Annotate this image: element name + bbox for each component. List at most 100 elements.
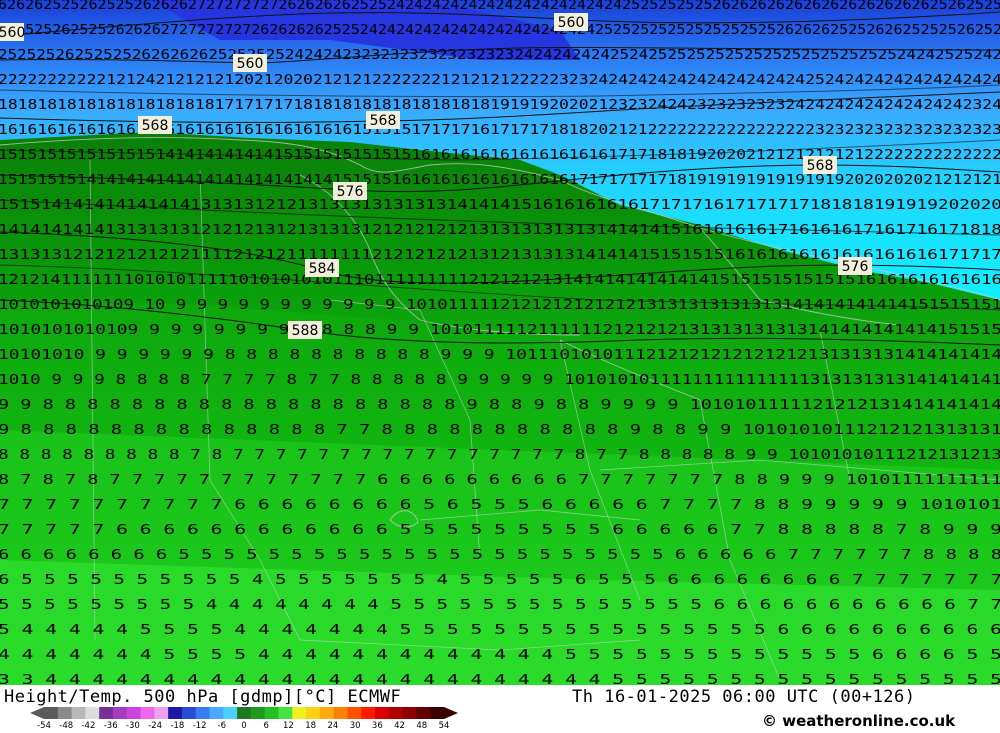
colorbar-swatch — [333, 707, 348, 719]
colorbar-tick: -6 — [218, 721, 226, 729]
colorbar-swatch — [99, 707, 114, 719]
contour-label: 568 — [366, 111, 400, 129]
temp-row: 10101010 9 9 9 9 9 9 8 8 8 8 8 8 8 8 8 8… — [0, 348, 1000, 363]
contour-label: 560 — [554, 13, 588, 31]
colorbar-tick: 36 — [372, 721, 383, 729]
colorbar-swatch — [209, 707, 224, 719]
chart-title: Height/Temp. 500 hPa [gdmp][°C] ECMWF — [4, 687, 402, 707]
colorbar-swatch — [402, 707, 417, 719]
temp-row: 5 4 4 4 4 4 5 5 5 5 4 4 4 4 4 4 4 5 5 5 … — [0, 623, 1000, 638]
colorbar-tick: 42 — [394, 721, 405, 729]
svg-text:560: 560 — [237, 56, 264, 72]
colorbar-swatch — [112, 707, 128, 719]
temp-row: 3 3 4 4 4 4 4 4 4 4 4 4 4 4 4 4 4 4 4 4 … — [0, 673, 1000, 685]
colorbar-swatch — [250, 707, 266, 719]
colorbar-tick: -54 — [37, 721, 51, 729]
temp-row: 5 5 5 5 5 5 5 5 5 4 4 4 4 4 4 4 4 5 5 5 … — [0, 598, 1000, 613]
map-footer: Height/Temp. 500 hPa [gdmp][°C] ECMWF Th… — [0, 685, 1000, 733]
temp-row: 9 8 8 8 8 8 8 8 8 8 8 8 8 8 8 7 7 8 8 8 … — [0, 423, 1000, 438]
colorbar-arrow-right — [444, 707, 458, 719]
temp-row: 1515151515151515141414141414151515151515… — [0, 148, 1000, 163]
colorbar-tick: -12 — [193, 721, 207, 729]
colorbar-tick: 12 — [283, 721, 294, 729]
svg-text:576: 576 — [842, 259, 869, 275]
colorbar-swatch — [195, 707, 211, 719]
temp-row: 2222222222212124212121212021202021212122… — [0, 73, 1000, 88]
colorbar-swatch — [168, 707, 183, 719]
colorbar-tick: 18 — [305, 721, 316, 729]
forecast-map: 6262625252625252626262727272727262626262… — [0, 0, 1000, 685]
colorbar-swatch — [237, 707, 252, 719]
colorbar-tick: 48 — [416, 721, 427, 729]
colorbar-swatch — [181, 707, 197, 719]
colorbar-swatch — [44, 707, 59, 719]
temp-row: 8 8 8 8 8 8 8 8 8 7 8 7 7 7 7 7 7 7 7 7 … — [0, 448, 1000, 463]
contour-label: 568 — [803, 156, 837, 174]
colorbar-swatch — [154, 707, 169, 719]
temp-row: 8 7 8 7 8 7 7 7 7 7 7 7 7 7 7 7 7 6 6 6 … — [0, 473, 1000, 488]
temp-row: 2525252625252626262727272727262626262525… — [0, 23, 1000, 38]
svg-text:560: 560 — [0, 25, 25, 41]
colorbar-swatch — [292, 707, 307, 719]
temp-row: 1515141414141414141313131212131313131313… — [0, 198, 1000, 213]
contour-label: 588 — [288, 321, 322, 339]
colorbar-swatch — [71, 707, 86, 719]
colorbar-swatch — [361, 707, 376, 719]
colorbar-tick: -18 — [170, 721, 184, 729]
colorbar-swatch — [264, 707, 279, 719]
svg-text:560: 560 — [558, 15, 585, 31]
svg-text:584: 584 — [309, 261, 336, 277]
temp-row: 4 4 4 4 4 4 4 5 5 5 5 4 4 4 4 4 4 4 4 4 … — [0, 648, 1000, 663]
temp-row: 1818181818181818181818171717171818181818… — [0, 98, 1000, 113]
svg-text:588: 588 — [292, 323, 319, 339]
contour-label: 584 — [305, 259, 339, 277]
contour-label: 568 — [138, 116, 172, 134]
colorbar-swatch — [223, 707, 238, 719]
contour-label: 576 — [838, 257, 872, 275]
colorbar-swatch — [388, 707, 404, 719]
colorbar-swatch — [319, 707, 335, 719]
svg-text:576: 576 — [337, 184, 364, 200]
temp-row: 7 7 7 7 7 6 6 6 6 6 6 6 6 6 6 6 6 5 5 5 … — [0, 523, 1000, 538]
colorbar-tick: 6 — [264, 721, 269, 729]
colorbar-tick: 54 — [439, 721, 450, 729]
contour-label: 576 — [333, 182, 367, 200]
colorbar-swatch — [347, 707, 362, 719]
svg-text:568: 568 — [370, 113, 397, 129]
colorbar: -54 -48 -42 -36 -30 -24 -18 -12 -6 0 6 12 18 24 30 36 42… — [30, 707, 458, 729]
colorbar-swatch — [416, 707, 431, 719]
site-credit[interactable]: © weatheronline.co.uk — [762, 712, 955, 730]
temp-row: 6 5 5 5 5 5 5 5 5 5 5 4 5 5 5 5 5 5 5 4 … — [0, 573, 1000, 588]
temp-row: 1515151514141414141414141414141414151515… — [0, 173, 1000, 188]
colorbar-tick: -42 — [81, 721, 95, 729]
temp-row: 7 7 7 7 7 7 7 7 7 7 6 6 6 6 6 6 6 6 5 6 … — [0, 498, 1000, 513]
temp-row: 1010 9 9 9 8 8 8 8 7 7 7 7 8 7 7 8 8 8 8… — [0, 373, 1000, 388]
temp-row: 1010101010109 9 9 9 9 9 9 9 9 8 8 8 9 9 … — [0, 323, 1000, 338]
temp-row: 1414141414131313131212121312131313121212… — [0, 223, 1000, 238]
colorbar-swatch — [306, 707, 321, 719]
valid-time: Th 16-01-2025 06:00 UTC (00+126) — [572, 687, 916, 707]
colorbar-swatch — [375, 707, 390, 719]
temp-row: 6262625252625252626262727272727262626262… — [0, 0, 1000, 13]
colorbar-tick: 30 — [350, 721, 361, 729]
colorbar-swatch — [430, 707, 445, 719]
contour-label: 560 — [233, 54, 267, 72]
temp-row: 1212141111111010101111101010101011101111… — [0, 273, 1000, 288]
colorbar-swatch — [140, 707, 155, 719]
colorbar-tick: -24 — [148, 721, 162, 729]
colorbar-tick: -30 — [126, 721, 140, 729]
colorbar-swatch — [278, 707, 293, 719]
colorbar-tick: 0 — [241, 721, 246, 729]
colorbar-arrow-left — [30, 707, 44, 719]
colorbar-tick: -36 — [104, 721, 118, 729]
colorbar-tick: -48 — [59, 721, 73, 729]
temp-row: 9 9 8 8 8 8 8 8 8 8 8 8 8 8 8 8 8 8 8 8 … — [0, 398, 1000, 413]
colorbar-tick: 24 — [327, 721, 338, 729]
svg-text:568: 568 — [807, 158, 834, 174]
colorbar-swatch — [57, 707, 73, 719]
svg-text:568: 568 — [142, 118, 169, 134]
contour-label: 560 — [0, 23, 25, 41]
temp-row: 6 6 6 6 6 6 6 6 5 5 5 5 5 5 5 5 5 5 5 5 … — [0, 548, 1000, 563]
colorbar-swatch — [85, 707, 100, 719]
colorbar-swatch — [126, 707, 142, 719]
